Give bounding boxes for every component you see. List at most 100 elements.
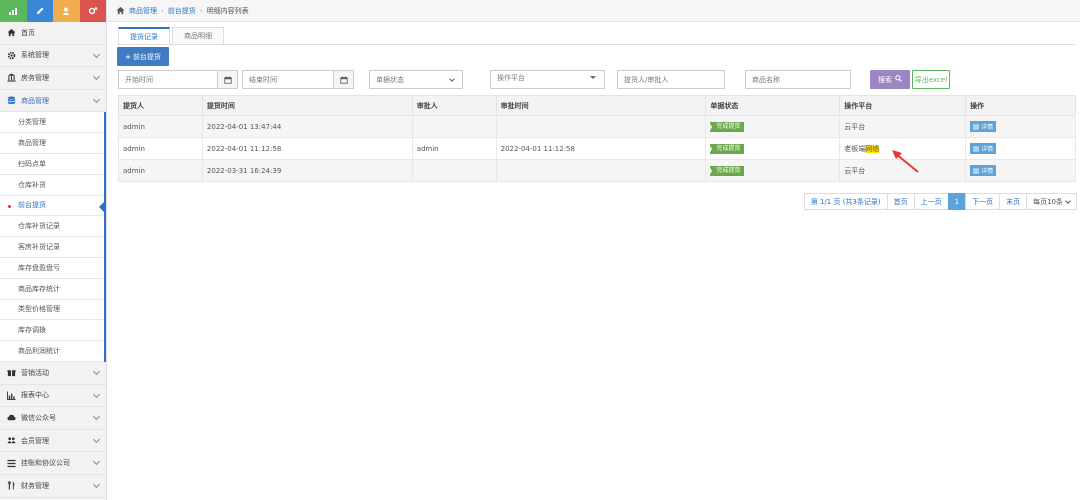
sidebar-subitem[interactable]: 类型价格管理	[0, 299, 104, 321]
cell-action: 详情	[965, 159, 1076, 182]
detail-label: 详情	[981, 168, 994, 175]
sidebar-item-home[interactable]: 首页	[0, 22, 106, 45]
current-page-button[interactable]: 1	[947, 193, 967, 210]
last-page-button[interactable]: 末页	[999, 193, 1028, 210]
product-name-placeholder: 商品名称	[752, 75, 780, 84]
cell-picker: admin	[118, 137, 203, 160]
sidebar-item-system[interactable]: 系统管理	[0, 45, 106, 68]
chevron-down-icon	[92, 458, 101, 466]
search-button[interactable]: 搜索	[870, 70, 910, 89]
start-time-input[interactable]: 开始时间	[118, 70, 238, 89]
cell-approve-time: 2022-04-01 11:12:58	[495, 137, 707, 160]
chevron-down-icon	[92, 73, 101, 81]
sidebar-subitem[interactable]: 仓库补货	[0, 174, 104, 196]
cell-status: 完成提货	[705, 137, 841, 160]
cell-approve-time	[495, 159, 707, 182]
calendar-icon[interactable]	[217, 71, 237, 88]
start-time-placeholder: 开始时间	[125, 75, 153, 84]
sidebar: 首页 系统管理 房务管理 商品管理 分类管理 商品管理 扫码点单 仓库补货 前台…	[0, 0, 107, 500]
cell-time: 2022-03-31 16:24:39	[201, 159, 413, 182]
sidebar-item-label: 财务管理	[21, 481, 49, 490]
column-header: 提货人	[118, 95, 203, 116]
prev-page-button[interactable]: 上一页	[913, 193, 949, 210]
sidebar-subitem[interactable]: 扫码点单	[0, 153, 104, 175]
sidebar-subitem[interactable]: 库存盘盈盘亏	[0, 257, 104, 279]
page-size-select[interactable]: 每页10条	[1026, 193, 1077, 210]
cell-approve-time	[495, 115, 707, 138]
chevron-down-icon	[92, 480, 101, 488]
tab-pickup-records[interactable]: 提货记录	[118, 27, 170, 44]
chevron-down-icon	[92, 413, 101, 421]
sidebar-item-label: 房务管理	[21, 73, 49, 82]
chevron-down-icon	[92, 95, 101, 103]
sidebar-item-members[interactable]: 会员管理	[0, 430, 106, 453]
breadcrumb-link[interactable]: 前台提货	[168, 6, 196, 16]
bar-chart-icon	[6, 390, 16, 400]
home-icon	[116, 6, 125, 15]
cell-status: 完成提货	[705, 159, 841, 182]
sidebar-item-marketing[interactable]: 营销活动	[0, 362, 106, 385]
detail-button[interactable]: 详情	[970, 143, 997, 154]
cell-approver	[411, 115, 497, 138]
sidebar-subitem[interactable]: 商品利润统计	[0, 341, 104, 362]
cell-action: 详情	[965, 115, 1076, 138]
sidebar-subitem[interactable]: 商品管理	[0, 133, 104, 154]
cogs-icon[interactable]	[79, 0, 106, 22]
tab-product-details[interactable]: 商品明细	[172, 27, 224, 44]
users-icon[interactable]	[53, 0, 80, 22]
next-page-button[interactable]: 下一页	[965, 193, 1001, 210]
cell-approver	[411, 159, 497, 182]
group-icon	[6, 436, 16, 446]
cell-approver: admin	[411, 137, 497, 160]
person-input[interactable]: 提货人/审批人	[617, 70, 725, 89]
add-pickup-button[interactable]: + 前台提货	[117, 47, 169, 66]
sidebar-subitem[interactable]: 分类管理	[0, 112, 104, 134]
breadcrumb-link[interactable]: 商品管理	[129, 6, 157, 16]
status-badge: 完成提货	[709, 143, 745, 154]
pencil-icon[interactable]	[26, 0, 53, 22]
sidebar-subitem[interactable]: 库存调拨	[0, 320, 104, 342]
breadcrumb-separator: ›	[161, 6, 164, 15]
sidebar-item-finance[interactable]: 财务管理	[0, 475, 106, 498]
sidebar-item-accounts[interactable]: 挂账和协议公司	[0, 452, 106, 475]
sidebar-subitem-active[interactable]: 前台提货	[0, 195, 105, 217]
first-page-button[interactable]: 首页	[886, 193, 915, 210]
sidebar-item-wechat[interactable]: 微信公众号	[0, 407, 106, 430]
sidebar-item-label: 报表中心	[21, 391, 49, 400]
table-row: admin 2022-04-01 13:47:44 完成提货 云平台 详情	[118, 115, 1076, 138]
chevron-down-icon	[449, 76, 455, 82]
sidebar-subitem[interactable]: 客房补货记录	[0, 237, 104, 258]
sidebar-subitem[interactable]: 仓库补货记录	[0, 216, 104, 238]
platform-select[interactable]: 操作平台	[490, 70, 605, 89]
table-row: admin 2022-03-31 16:24:39 完成提货 云平台 详情	[118, 159, 1076, 182]
detail-button[interactable]: 详情	[970, 121, 997, 132]
status-badge: 完成提货	[709, 165, 745, 176]
sidebar-item-label: 挂账和协议公司	[21, 459, 70, 468]
column-header: 提货时间	[201, 95, 413, 116]
sidebar-subitem[interactable]: 商品库存统计	[0, 278, 104, 300]
list-icon	[973, 124, 980, 129]
page-info: 第 1/1 页 (共3条记录)	[803, 193, 888, 210]
chart-icon[interactable]	[0, 0, 27, 22]
detail-label: 详情	[981, 124, 994, 131]
tab-divider	[118, 44, 1076, 45]
sidebar-item-label: 营销活动	[21, 368, 49, 377]
sidebar-item-reports[interactable]: 报表中心	[0, 385, 106, 408]
column-header: 审批时间	[495, 95, 707, 116]
filter-bar: 开始时间 结束时间 单据状态 操作平台 提货人/审批人 商品名称 搜索 导出ex…	[108, 70, 1080, 90]
sidebar-item-products[interactable]: 商品管理	[0, 90, 106, 113]
detail-label: 详情	[981, 146, 994, 153]
status-select[interactable]: 单据状态	[369, 70, 463, 89]
gear-icon	[6, 50, 16, 60]
calendar-icon[interactable]	[333, 71, 353, 88]
sidebar-item-label: 微信公众号	[21, 413, 56, 422]
sidebar-item-label: 会员管理	[21, 436, 49, 445]
sidebar-item-rooms[interactable]: 房务管理	[0, 67, 106, 90]
chevron-down-icon	[1065, 197, 1071, 204]
annotation-arrow-icon	[892, 150, 919, 173]
detail-button[interactable]: 详情	[970, 165, 997, 176]
end-time-placeholder: 结束时间	[249, 75, 277, 84]
product-name-input[interactable]: 商品名称	[745, 70, 851, 89]
export-excel-button[interactable]: 导出excel	[912, 70, 950, 89]
end-time-input[interactable]: 结束时间	[242, 70, 354, 89]
